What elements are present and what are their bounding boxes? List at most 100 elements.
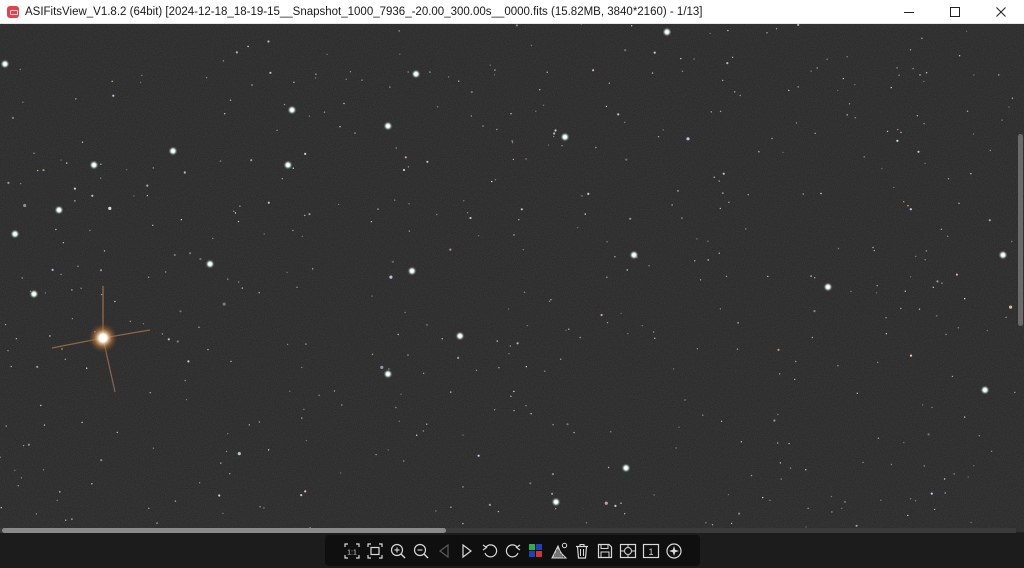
star <box>222 60 225 62</box>
star <box>482 125 484 127</box>
star <box>624 121 626 124</box>
star <box>511 142 514 144</box>
window-title: ASIFitsView_V1.8.2 (64bit) [2024-12-18_1… <box>25 5 703 18</box>
star-detect-icon <box>665 542 682 559</box>
star <box>184 379 186 382</box>
star-detect-button[interactable] <box>663 540 685 562</box>
star <box>988 219 991 222</box>
star <box>850 290 852 293</box>
star <box>720 420 723 422</box>
single-frame-button[interactable]: 1 <box>640 540 662 562</box>
star <box>555 508 557 510</box>
star <box>1011 240 1013 243</box>
star <box>520 208 523 211</box>
star <box>696 348 699 350</box>
star <box>766 32 768 34</box>
fit-1to1-button[interactable]: 1:1 <box>341 540 363 562</box>
star <box>707 240 709 242</box>
star <box>323 111 326 113</box>
star <box>399 53 401 55</box>
previous-button[interactable] <box>433 540 455 562</box>
star <box>788 89 790 92</box>
star <box>77 265 79 267</box>
image-viewport[interactable] <box>0 24 1024 532</box>
star <box>35 513 38 515</box>
star <box>0 507 3 509</box>
color-channels-button[interactable] <box>525 540 547 562</box>
star <box>554 129 557 132</box>
star <box>407 166 410 168</box>
star <box>300 494 303 497</box>
star <box>579 336 581 339</box>
star <box>395 406 397 409</box>
star <box>513 390 515 393</box>
star <box>940 228 943 230</box>
rotate-left-button[interactable] <box>479 540 501 562</box>
star <box>303 408 305 411</box>
star <box>967 476 969 478</box>
star <box>972 133 975 135</box>
star <box>81 141 84 143</box>
star <box>810 70 812 72</box>
stretch-button[interactable] <box>617 540 639 562</box>
star <box>389 86 391 88</box>
save-button[interactable] <box>594 540 616 562</box>
star <box>13 232 17 236</box>
star <box>563 135 567 139</box>
star <box>585 522 588 524</box>
next-icon <box>461 543 472 558</box>
star <box>718 252 720 254</box>
fit-window-button[interactable] <box>364 540 386 562</box>
star <box>146 195 149 197</box>
star <box>171 149 175 153</box>
histogram-button[interactable] <box>548 540 570 562</box>
star <box>909 276 912 278</box>
star <box>7 181 10 184</box>
star <box>627 332 629 335</box>
delete-button[interactable] <box>571 540 593 562</box>
star <box>114 300 116 303</box>
zoom-in-button[interactable] <box>387 540 409 562</box>
star <box>314 77 317 79</box>
star <box>337 203 340 206</box>
star <box>65 519 67 521</box>
star <box>301 417 303 419</box>
star <box>339 126 341 128</box>
star <box>973 465 975 467</box>
star <box>269 71 272 74</box>
star <box>508 353 510 355</box>
maximize-button[interactable] <box>932 0 978 24</box>
star <box>909 208 912 211</box>
star <box>224 113 226 115</box>
next-button[interactable] <box>456 540 478 562</box>
star <box>498 367 500 369</box>
star <box>250 159 253 162</box>
star <box>731 56 734 58</box>
star <box>1001 253 1005 257</box>
star <box>810 275 812 277</box>
star <box>795 360 797 363</box>
star <box>187 360 190 363</box>
star <box>672 368 675 370</box>
star <box>544 370 546 372</box>
star <box>220 462 222 464</box>
vertical-scrollbar[interactable] <box>1018 24 1024 528</box>
star <box>944 492 946 494</box>
star <box>955 273 959 276</box>
star <box>238 281 240 283</box>
star <box>91 194 94 197</box>
star <box>290 108 294 112</box>
star <box>965 30 968 32</box>
star <box>59 491 61 493</box>
minimize-button[interactable] <box>886 0 932 24</box>
star <box>318 394 320 396</box>
star <box>641 325 643 327</box>
title-bar[interactable]: ASIFitsView_V1.8.2 (64bit) [2024-12-18_1… <box>0 0 1024 24</box>
star <box>7 350 9 352</box>
star <box>970 173 972 175</box>
vertical-scroll-thumb[interactable] <box>1018 134 1023 326</box>
star <box>525 366 527 368</box>
zoom-out-button[interactable] <box>410 540 432 562</box>
close-button[interactable] <box>978 0 1024 24</box>
rotate-right-button[interactable] <box>502 540 524 562</box>
